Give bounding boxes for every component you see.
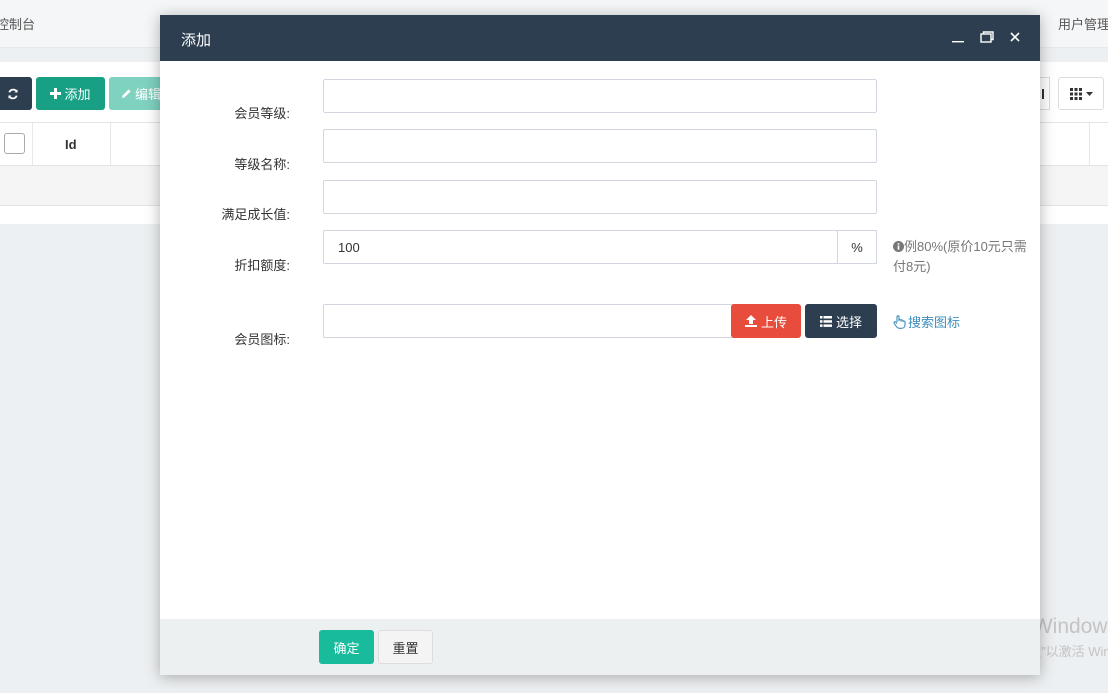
grid-icon [1069, 87, 1082, 100]
dialog-title: 添加 [181, 32, 212, 49]
edit-button-label: 编辑 [135, 87, 162, 102]
minimize-icon [952, 41, 964, 43]
dialog-body: 会员等级: 等级名称: 满足成长值: 折扣额度: % 例80%(原价10元只需付… [160, 61, 1040, 619]
confirm-button[interactable]: 确定 [319, 630, 374, 664]
refresh-icon [8, 88, 18, 99]
nav-tab-user-management[interactable]: 用户管理 [1058, 14, 1108, 33]
close-icon [1010, 32, 1020, 42]
restore-icon [980, 31, 994, 43]
select-all-checkbox[interactable] [4, 133, 25, 154]
growth-value-input[interactable] [323, 180, 877, 214]
member-icon-label: 会员图标: [234, 332, 290, 347]
toolbar-grid-dropdown[interactable] [1058, 77, 1104, 110]
column-divider [110, 123, 111, 166]
upload-button-label: 上传 [760, 314, 787, 330]
level-label: 会员等级: [234, 106, 290, 121]
discount-label: 折扣额度: [234, 258, 290, 273]
column-divider [32, 123, 33, 166]
add-button-label: 添加 [64, 87, 91, 102]
maximize-button[interactable] [977, 27, 997, 47]
add-dialog: 添加 会员等级: 等级名称: 满足成长值: 折扣额度: % [160, 15, 1040, 675]
member-icon-input[interactable] [323, 304, 735, 338]
growth-value-label: 满足成长值: [221, 207, 290, 222]
search-icon-link[interactable]: 搜索图标 [893, 312, 960, 331]
level-name-label: 等级名称: [234, 157, 290, 172]
level-name-input[interactable] [323, 129, 877, 163]
upload-button[interactable]: 上传 [731, 304, 801, 338]
select-button[interactable]: 选择 [805, 304, 877, 338]
add-button[interactable]: 添加 [36, 77, 105, 110]
list-icon [819, 315, 832, 327]
upload-icon [744, 315, 757, 327]
reset-button[interactable]: 重置 [378, 630, 433, 664]
select-button-label: 选择 [835, 314, 862, 330]
search-icon-link-label: 搜索图标 [908, 315, 961, 330]
pencil-icon [122, 89, 131, 98]
nav-tab-dashboard[interactable]: 控制台 [0, 14, 35, 33]
plus-icon [50, 88, 62, 99]
hand-pointer-icon [893, 314, 906, 329]
close-button[interactable] [1005, 27, 1025, 47]
refresh-button[interactable] [0, 77, 32, 110]
column-header-id[interactable]: Id [65, 137, 77, 152]
discount-input[interactable] [323, 230, 838, 264]
percent-addon: % [837, 230, 877, 264]
info-circle-icon [893, 241, 904, 252]
discount-help-label: 例80%(原价10元只需付8元) [893, 239, 1027, 274]
caret-down-icon [1085, 91, 1093, 96]
level-input[interactable] [323, 79, 877, 113]
column-divider [1089, 123, 1090, 166]
dialog-header[interactable]: 添加 [160, 15, 1040, 61]
minimize-button[interactable] [948, 27, 968, 47]
dialog-footer: 确定 重置 [160, 619, 1040, 675]
discount-help-text: 例80%(原价10元只需付8元) [893, 237, 1033, 277]
